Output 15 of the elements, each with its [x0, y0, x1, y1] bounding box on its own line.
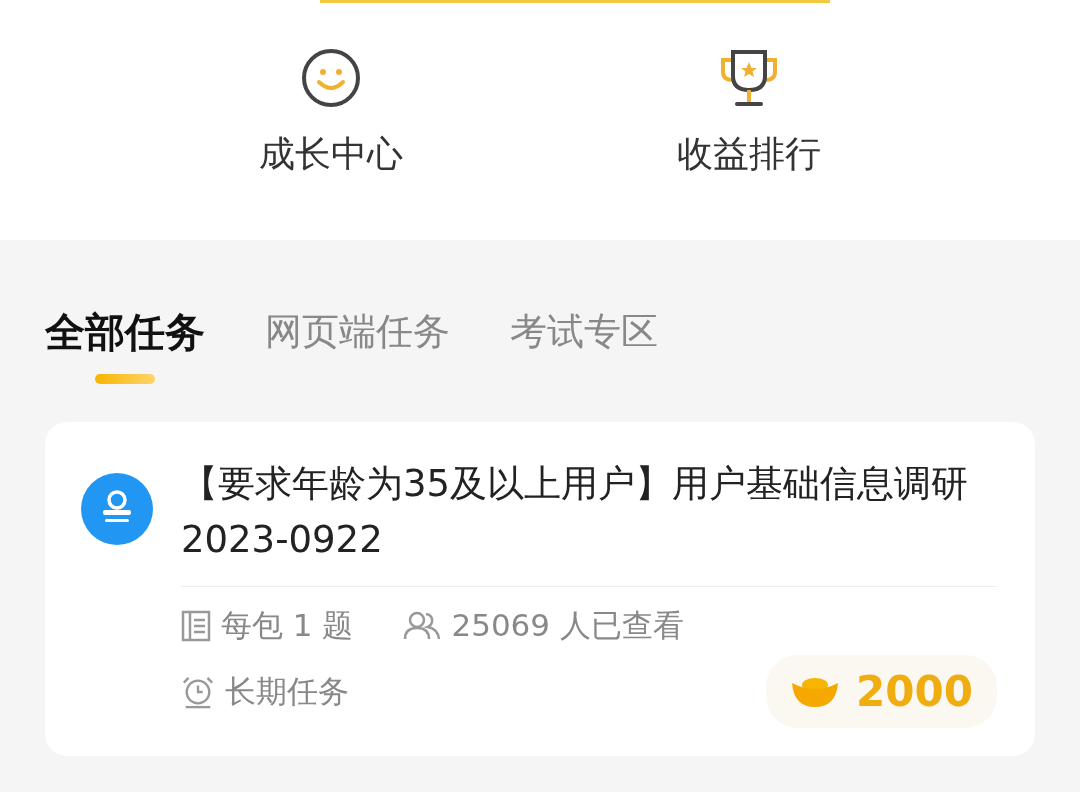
task-title: 【要求年龄为35及以上用户】用户基础信息调研2023-0922: [181, 461, 970, 563]
question-count: 每包 1 题: [221, 606, 354, 645]
list-icon: [181, 610, 211, 642]
reward-amount: 2000: [856, 667, 973, 716]
task-duration: 长期任务: [225, 671, 349, 711]
stamp-icon: [81, 473, 153, 545]
viewer-count: 25069 人已查看: [451, 606, 684, 645]
smiley-icon[interactable]: [301, 48, 361, 108]
trophy-icon[interactable]: [719, 48, 779, 108]
shortcut-label[interactable]: 成长中心: [259, 130, 403, 179]
tab[interactable]: 全部任务: [45, 302, 205, 384]
shortcut-label[interactable]: 收益排行: [677, 130, 821, 179]
people-icon: [403, 611, 442, 641]
task-card[interactable]: 【要求年龄为35及以上用户】用户基础信息调研2023-0922 每包 1 题 25069 人已查看 长期任务 2000: [45, 422, 1035, 756]
alarm-clock-icon: [181, 674, 215, 709]
